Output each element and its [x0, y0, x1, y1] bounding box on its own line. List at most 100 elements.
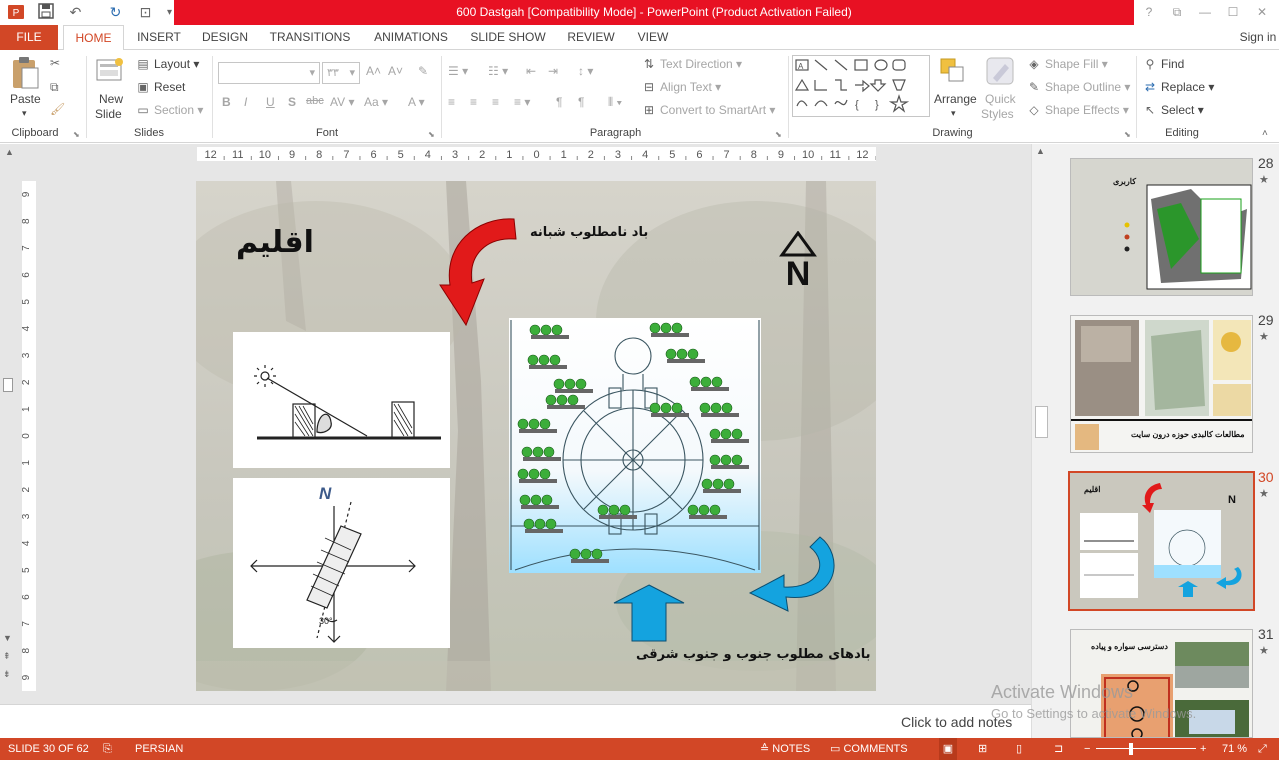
good-wind-label[interactable]: بادهای مطلوب جنوب و جنوب شرقی	[636, 647, 871, 662]
font-launcher-icon[interactable]: ⬊	[428, 130, 435, 139]
justify-icon[interactable]: ≡ ▾	[514, 95, 530, 109]
paste-button[interactable]: Paste	[10, 92, 41, 106]
tab-review[interactable]: REVIEW	[565, 25, 617, 50]
close-button[interactable]: ✕	[1250, 3, 1274, 22]
tab-animations[interactable]: ANIMATIONS	[369, 25, 453, 50]
decrease-indent-icon[interactable]: ⇤	[526, 64, 536, 78]
text-shadow-button[interactable]: S	[288, 95, 296, 109]
tab-insert[interactable]: INSERT	[134, 25, 184, 50]
font-color-button[interactable]: A ▾	[408, 95, 425, 109]
new-slide-label-1[interactable]: New	[99, 92, 123, 106]
align-center-icon[interactable]: ≡	[470, 95, 477, 109]
paste-dropdown-icon[interactable]: ▾	[22, 108, 27, 119]
convert-smartart-button[interactable]: ⊞ Convert to SmartArt ▾	[642, 103, 775, 117]
spell-check-icon[interactable]: ⎘	[103, 738, 112, 760]
scrollbar-thumb[interactable]	[1035, 406, 1048, 438]
clipboard-launcher-icon[interactable]: ⬊	[73, 130, 80, 139]
tab-transitions[interactable]: TRANSITIONS	[268, 25, 352, 50]
next-slide-icon[interactable]: ⇟	[3, 669, 11, 680]
align-text-button[interactable]: ⊟ Align Text ▾	[642, 80, 721, 94]
slide-sorter-icon[interactable]: ⊞	[978, 738, 987, 760]
sun-angle-sketch[interactable]	[233, 332, 450, 468]
drawing-launcher-icon[interactable]: ⬊	[1124, 130, 1131, 139]
shape-effects-button[interactable]: ◇ Shape Effects ▾	[1027, 103, 1128, 117]
notes-toggle[interactable]: ≙ NOTES	[760, 738, 810, 760]
cut-icon[interactable]: ✂	[50, 56, 60, 70]
slide-title[interactable]: اقلیم	[236, 225, 314, 260]
quick-styles-label-2[interactable]: Styles	[981, 107, 1014, 121]
clear-formatting-icon[interactable]: ✎	[418, 64, 428, 78]
ribbon-display-options-button[interactable]: ⧉	[1165, 3, 1189, 22]
format-painter-icon[interactable]: 🖌	[50, 102, 65, 116]
section-button[interactable]: ▭ Section ▾	[136, 103, 203, 117]
help-button[interactable]: ?	[1137, 3, 1161, 22]
tab-slide-show[interactable]: SLIDE SHOW	[469, 25, 547, 50]
thumbnail-slide-29[interactable]: مطالعات کالبدی حوزه درون سایت	[1070, 315, 1253, 453]
underline-button[interactable]: U	[266, 95, 275, 109]
find-button[interactable]: ⚲ Find	[1143, 57, 1185, 71]
slide-counter[interactable]: SLIDE 30 OF 62	[8, 738, 89, 760]
strikethrough-button[interactable]: abc	[306, 95, 324, 107]
tab-view[interactable]: VIEW	[634, 25, 672, 50]
comments-toggle[interactable]: ▭ COMMENTS	[830, 738, 908, 760]
reading-view-icon[interactable]: ▯	[1016, 738, 1022, 760]
font-size-input[interactable]: ۳۳ ▾	[322, 62, 360, 84]
slide-scrollbar[interactable]: ▲	[1031, 144, 1051, 738]
increase-indent-icon[interactable]: ⇥	[548, 64, 558, 78]
minimize-button[interactable]: —	[1193, 3, 1217, 22]
save-icon[interactable]	[36, 3, 55, 22]
slide-canvas[interactable]: اقلیم باد نامطلوب شبانه N N 30° بادهای م…	[196, 181, 876, 691]
zoom-out-icon[interactable]: −	[1084, 738, 1090, 760]
slide-thumbnails-pane[interactable]: 28 ★ کاربری 29 ★ مطالعات کالبدی حوزه درو…	[1051, 144, 1279, 738]
normal-view-icon[interactable]: ▣	[939, 738, 957, 760]
fit-slide-icon[interactable]: ⤢	[1258, 738, 1267, 760]
sign-in-link[interactable]: Sign in	[1238, 25, 1278, 50]
layout-button[interactable]: ▤ Layout ▾	[136, 57, 199, 71]
text-direction-button[interactable]: ⇅ Text Direction ▾	[642, 57, 742, 71]
ltr-icon[interactable]: ¶	[578, 95, 584, 109]
rtl-icon[interactable]: ¶	[556, 95, 562, 109]
zoom-level[interactable]: 71 %	[1222, 738, 1247, 760]
thumbnail-slide-30[interactable]: N اقلیم	[1068, 471, 1255, 611]
zoom-slider-thumb[interactable]	[1129, 743, 1133, 755]
replace-button[interactable]: ⇄ Replace ▾	[1143, 80, 1214, 94]
blue-up-arrow-icon[interactable]	[612, 583, 686, 643]
arrange-dropdown-icon[interactable]: ▾	[951, 108, 956, 119]
zoom-in-icon[interactable]: +	[1200, 738, 1206, 760]
ruler-indent-marker[interactable]	[3, 378, 13, 392]
thumbnail-slide-28[interactable]: کاربری	[1070, 158, 1253, 296]
tab-file[interactable]: FILE	[0, 25, 58, 50]
character-spacing-button[interactable]: AV ▾	[330, 95, 354, 109]
select-button[interactable]: ↖ Select ▾	[1143, 103, 1204, 117]
notes-pane[interactable]: Click to add notes	[0, 704, 1031, 738]
site-plan-sketch[interactable]	[509, 318, 761, 573]
tab-design[interactable]: DESIGN	[199, 25, 251, 50]
start-from-beginning-icon[interactable]: ⊡	[136, 3, 155, 22]
arrange-icon[interactable]	[938, 56, 968, 86]
italic-button[interactable]: I	[244, 95, 247, 109]
shapes-gallery[interactable]: A { }	[792, 55, 930, 117]
numbering-icon[interactable]: ☷ ▾	[488, 64, 508, 78]
maximize-button[interactable]: ☐	[1221, 3, 1245, 22]
tab-home[interactable]: HOME	[63, 25, 124, 51]
paragraph-launcher-icon[interactable]: ⬊	[775, 130, 782, 139]
bold-button[interactable]: B	[222, 95, 231, 109]
orientation-sketch[interactable]: N 30°	[233, 478, 450, 648]
language-indicator[interactable]: PERSIAN	[135, 738, 183, 760]
new-slide-icon[interactable]	[95, 56, 125, 86]
change-case-button[interactable]: Aa ▾	[364, 95, 388, 109]
shrink-font-icon[interactable]: A˅	[388, 64, 403, 78]
line-spacing-icon[interactable]: ↕ ▾	[578, 64, 593, 78]
shape-fill-button[interactable]: ◈ Shape Fill ▾	[1027, 57, 1107, 71]
copy-icon[interactable]: ⧉	[50, 80, 59, 95]
align-left-icon[interactable]: ≡	[448, 95, 455, 109]
grow-font-icon[interactable]: A˄	[366, 64, 381, 78]
bullets-icon[interactable]: ☰ ▾	[448, 64, 468, 78]
scroll-down-icon[interactable]: ▼	[3, 633, 12, 643]
red-curved-arrow-icon[interactable]	[436, 215, 526, 327]
reset-button[interactable]: ▣ Reset	[136, 80, 185, 94]
font-name-input[interactable]: ▾	[218, 62, 320, 84]
columns-icon[interactable]: ⫴ ▾	[608, 95, 622, 110]
quick-styles-icon[interactable]	[985, 56, 1015, 86]
shape-outline-button[interactable]: ✎ Shape Outline ▾	[1027, 80, 1130, 94]
